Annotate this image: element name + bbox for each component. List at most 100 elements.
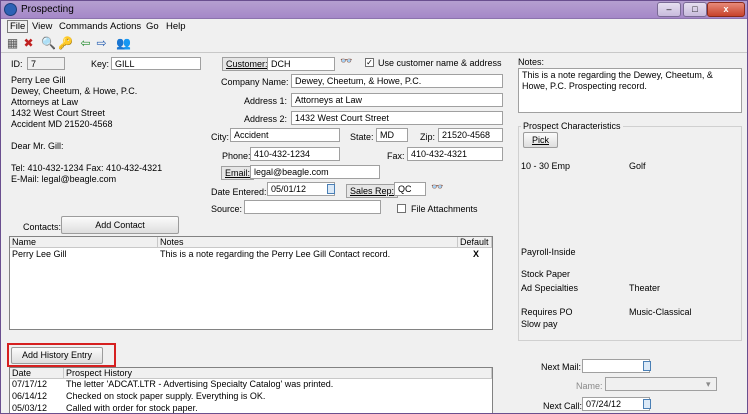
minimize-button[interactable]: –: [657, 2, 681, 17]
contact-name-cell[interactable]: Perry Lee Gill: [10, 249, 158, 260]
history-text-cell[interactable]: Checked on stock paper supply. Everythin…: [64, 391, 492, 402]
menu-actions[interactable]: Actions: [110, 21, 141, 32]
customer-button[interactable]: Customer:: [222, 57, 272, 71]
notes-field[interactable]: This is a note regarding the Dewey, Chee…: [518, 68, 742, 113]
column-header-default[interactable]: Default: [458, 237, 492, 248]
calendar-icon[interactable]: [643, 361, 651, 371]
fax-field[interactable]: 410-432-4321: [407, 147, 503, 161]
contact-notes-cell[interactable]: This is a note regarding the Perry Lee G…: [158, 249, 458, 260]
notes-label: Notes:: [518, 57, 545, 67]
binoculars-icon[interactable]: 👓: [340, 56, 352, 67]
maximize-button[interactable]: □: [683, 2, 707, 17]
customer-field[interactable]: DCH: [267, 57, 335, 71]
city-label: City:: [211, 132, 229, 142]
phone-field[interactable]: 410-432-1234: [250, 147, 340, 161]
window-title: Prospecting: [21, 4, 74, 15]
state-field[interactable]: MD: [376, 128, 408, 142]
next-mail-field[interactable]: [582, 359, 650, 373]
column-header-name[interactable]: Name: [10, 237, 158, 248]
address1-label: Address 1:: [244, 96, 288, 106]
history-date-cell[interactable]: 06/14/12: [10, 391, 64, 402]
new-record-icon[interactable]: ▦: [5, 36, 20, 51]
address-block: Perry Lee Gill Dewey, Cheetum, & Howe, P…: [11, 75, 162, 185]
address-line: Accident MD 21520-4568: [11, 119, 113, 129]
city-field[interactable]: Accident: [230, 128, 340, 142]
history-date-cell[interactable]: 07/17/12: [10, 379, 64, 390]
address-line: 1432 West Court Street: [11, 108, 105, 118]
highlight-box: [7, 343, 116, 367]
pick-button[interactable]: Pick: [523, 132, 558, 148]
back-arrow-icon[interactable]: ⇦: [78, 36, 93, 51]
state-label: State:: [350, 132, 374, 142]
name-label: Name:: [576, 381, 603, 391]
close-button[interactable]: x: [707, 2, 745, 17]
history-text-cell[interactable]: The letter 'ADCAT.LTR - Advertising Spec…: [64, 379, 492, 390]
title-bar: Prospecting – □ x: [1, 1, 747, 19]
calendar-icon[interactable]: [643, 399, 651, 409]
app-icon: [4, 3, 17, 16]
column-header-date[interactable]: Date: [10, 368, 64, 379]
prospecting-window: Prospecting – □ x File View Commands Act…: [0, 0, 748, 414]
chevron-down-icon[interactable]: ▾: [706, 379, 711, 390]
source-label: Source:: [211, 204, 243, 214]
characteristic-item: Slow pay: [521, 319, 558, 329]
date-entered-field[interactable]: 05/01/12: [267, 182, 335, 196]
toolbar: ▦ ✖ 🔍 🔑 ⇦ ⇨ 👥: [1, 35, 747, 53]
characteristic-item: 10 - 30 Emp: [521, 161, 571, 171]
next-call-field[interactable]: 07/24/12: [582, 397, 650, 411]
characteristic-item: Requires PO: [521, 307, 573, 317]
use-customer-label: Use customer name & address: [378, 58, 502, 68]
use-customer-checkbox[interactable]: ✓: [365, 58, 374, 67]
column-header-notes[interactable]: Notes: [158, 237, 458, 248]
date-entered-label: Date Entered:: [211, 187, 267, 197]
source-field[interactable]: [244, 200, 381, 214]
characteristic-item: Theater: [629, 283, 661, 293]
next-call-label: Next Call:: [543, 401, 583, 411]
characteristic-item: Golf: [629, 161, 646, 171]
menu-commands[interactable]: Commands: [59, 21, 108, 32]
contact-default-cell[interactable]: X: [458, 249, 492, 260]
key-label: Key:: [91, 59, 110, 69]
contacts-grid: Name Notes Default Perry Lee Gill This i…: [9, 236, 493, 330]
file-attachments-checkbox[interactable]: [397, 204, 406, 213]
address-line: Dewey, Cheetum, & Howe, P.C.: [11, 86, 138, 96]
menu-help[interactable]: Help: [166, 21, 186, 32]
add-contact-button[interactable]: Add Contact: [61, 216, 179, 234]
address2-field[interactable]: 1432 West Court Street: [291, 111, 503, 125]
history-date-cell[interactable]: 05/03/12: [10, 403, 64, 413]
address-line: Tel: 410-432-1234 Fax: 410-432-4321: [11, 163, 163, 173]
people-icon[interactable]: 👥: [116, 36, 131, 51]
name-dropdown[interactable]: [605, 377, 717, 391]
forward-arrow-icon[interactable]: ⇨: [94, 36, 109, 51]
next-mail-label: Next Mail:: [541, 362, 582, 372]
search-icon[interactable]: 🔍: [41, 36, 56, 51]
company-field[interactable]: Dewey, Cheetum, & Howe, P.C.: [291, 74, 503, 88]
address-line: Attorneys at Law: [11, 97, 79, 107]
address2-label: Address 2:: [244, 114, 288, 124]
address-line: [11, 152, 162, 163]
history-grid: Date Prospect History 07/17/12 The lette…: [9, 367, 493, 413]
id-label: ID:: [11, 59, 23, 69]
phone-label: Phone:: [222, 151, 251, 161]
company-label: Company Name:: [221, 77, 289, 87]
sales-rep-button[interactable]: Sales Rep:: [346, 184, 399, 198]
menu-go[interactable]: Go: [146, 21, 159, 32]
id-field: 7: [27, 57, 65, 70]
key-field[interactable]: GILL: [111, 57, 201, 70]
delete-icon[interactable]: ✖: [21, 36, 36, 51]
email-field[interactable]: legal@beagle.com: [250, 165, 380, 179]
history-text-cell[interactable]: Called with order for stock paper.: [64, 403, 492, 413]
characteristic-item: Stock Paper: [521, 269, 571, 279]
calendar-icon[interactable]: [327, 184, 335, 194]
address1-field[interactable]: Attorneys at Law: [291, 93, 503, 107]
sales-rep-field[interactable]: QC: [394, 182, 426, 196]
binoculars-icon[interactable]: 👓: [431, 182, 443, 193]
menu-view[interactable]: View: [32, 21, 52, 32]
characteristics-label: Prospect Characteristics: [521, 121, 623, 131]
fax-label: Fax:: [387, 151, 405, 161]
menu-file[interactable]: File: [7, 20, 29, 33]
column-header-history[interactable]: Prospect History: [64, 368, 492, 379]
key-icon[interactable]: 🔑: [58, 36, 73, 51]
zip-field[interactable]: 21520-4568: [438, 128, 503, 142]
contacts-label: Contacts:: [23, 222, 62, 232]
